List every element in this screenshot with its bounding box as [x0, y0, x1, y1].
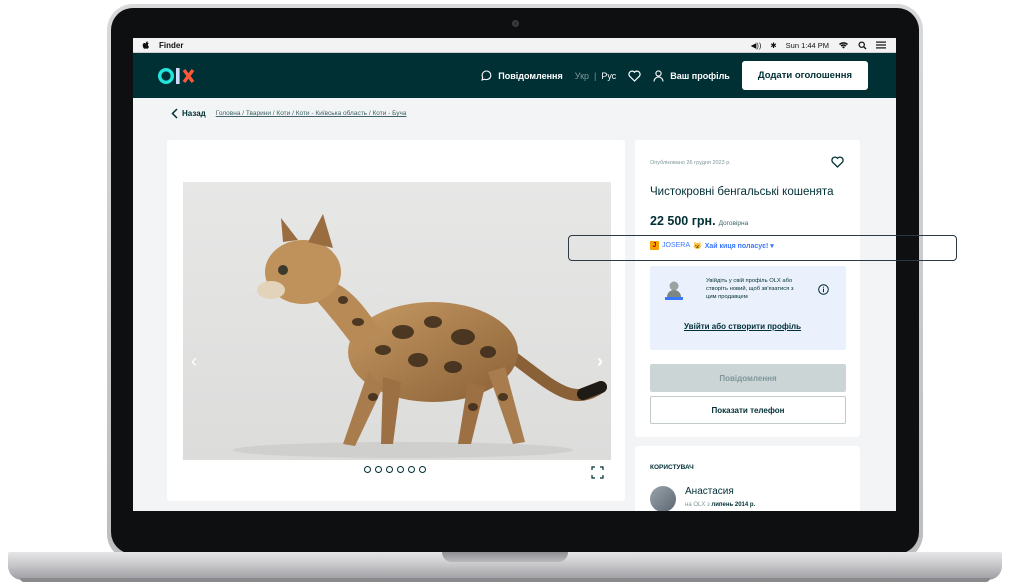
user-icon: [653, 69, 664, 82]
lang-separator: |: [594, 70, 597, 81]
photo-pagination: [364, 466, 426, 473]
breadcrumb-path[interactable]: Головна / Тварини / Коти / Коти - Київсь…: [216, 110, 407, 117]
seller-since: на OLX з липень 2014 р.: [685, 502, 755, 508]
photo-gallery: ‹ ›: [167, 140, 625, 501]
listing-photo[interactable]: ‹ ›: [183, 182, 611, 460]
volume-icon[interactable]: ◀︎)): [751, 41, 762, 50]
pagination-dot[interactable]: [386, 466, 393, 473]
back-label: Назад: [182, 109, 206, 118]
menubar-status: ◀︎)) ✱ Sun 1:44 PM: [751, 41, 896, 50]
pagination-dot[interactable]: [397, 466, 404, 473]
lang-rus[interactable]: Рус: [601, 71, 616, 81]
language-switch: Укр | Рус: [575, 71, 617, 81]
lang-ukr[interactable]: Укр: [575, 71, 589, 81]
spotlight-icon[interactable]: [858, 41, 867, 50]
kitten-image: [233, 214, 607, 458]
listing-title: Чистокровні бенгальські кошенята: [650, 186, 834, 198]
pagination-dot[interactable]: [419, 466, 426, 473]
breadcrumb: Назад Головна / Тварини / Коти / Коти - …: [171, 108, 407, 119]
login-link[interactable]: Увійти або створити профіль: [684, 322, 801, 331]
laptop-notch: [442, 552, 568, 562]
profile-link[interactable]: Ваш профіль: [653, 69, 730, 82]
messages-label: Повідомлення: [498, 70, 563, 81]
seller-heading: КОРИСТУВАЧ: [650, 464, 694, 471]
camera-icon: [512, 20, 519, 27]
fullscreen-icon[interactable]: [591, 466, 604, 479]
info-icon[interactable]: [818, 284, 829, 295]
price-value: 22 500 грн.: [650, 214, 716, 228]
chat-bubble-icon: [481, 70, 492, 81]
clock[interactable]: Sun 1:44 PM: [786, 41, 829, 50]
control-center-icon[interactable]: [876, 41, 886, 49]
apple-icon[interactable]: [141, 40, 151, 50]
since-date: липень 2014 р.: [711, 502, 756, 508]
mac-menubar: Finder ◀︎)) ✱ Sun 1:44 PM: [133, 38, 896, 53]
back-button[interactable]: Назад: [171, 108, 206, 119]
prev-photo-button[interactable]: ‹: [191, 352, 197, 370]
show-phone-button[interactable]: Показати телефон: [650, 396, 846, 424]
heart-icon[interactable]: [628, 70, 641, 82]
bluetooth-icon[interactable]: ✱: [770, 41, 776, 50]
laptop-foot: [20, 578, 990, 582]
header-nav: Повідомлення Укр | Рус Ваш профіль Додат…: [481, 61, 896, 90]
messages-link[interactable]: Повідомлення: [481, 70, 563, 81]
next-photo-button[interactable]: ›: [597, 352, 603, 370]
add-listing-button[interactable]: Додати оголошення: [741, 61, 868, 90]
highlight-box: [568, 235, 957, 261]
screen: Finder ◀︎)) ✱ Sun 1:44 PM Повідомлення У…: [133, 38, 896, 511]
message-button[interactable]: Повідомлення: [650, 364, 846, 392]
pagination-dot[interactable]: [375, 466, 382, 473]
olx-logo[interactable]: [158, 66, 202, 86]
listing-price: 22 500 грн. Договірна: [650, 214, 748, 228]
pagination-dot[interactable]: [364, 466, 371, 473]
site-header: Повідомлення Укр | Рус Ваш профіль Додат…: [133, 53, 896, 98]
login-prompt-text: Увійдіть у свій профіль OLX або створіть…: [706, 278, 794, 300]
pagination-dot[interactable]: [408, 466, 415, 473]
price-note: Договірна: [718, 220, 749, 227]
profile-label: Ваш профіль: [670, 70, 730, 81]
chevron-left-icon: [171, 108, 178, 119]
wifi-icon[interactable]: [838, 41, 849, 49]
published-date: Опубліковано 26 грудня 2023 р.: [650, 160, 731, 166]
app-name[interactable]: Finder: [159, 41, 183, 50]
seller-card: КОРИСТУВАЧ Анастасия на OLX з липень 201…: [635, 446, 860, 511]
avatar[interactable]: [650, 486, 676, 511]
seller-name[interactable]: Анастасия: [685, 486, 734, 497]
olx-logo-icon: [158, 67, 195, 84]
favorite-heart-icon[interactable]: [831, 156, 844, 168]
listing-info-card: Опубліковано 26 грудня 2023 р. Чистокров…: [635, 140, 860, 437]
person-illustration-icon: [665, 281, 683, 300]
login-prompt: Увійдіть у свій профіль OLX або створіть…: [650, 266, 846, 350]
since-prefix: на OLX з: [685, 502, 710, 508]
